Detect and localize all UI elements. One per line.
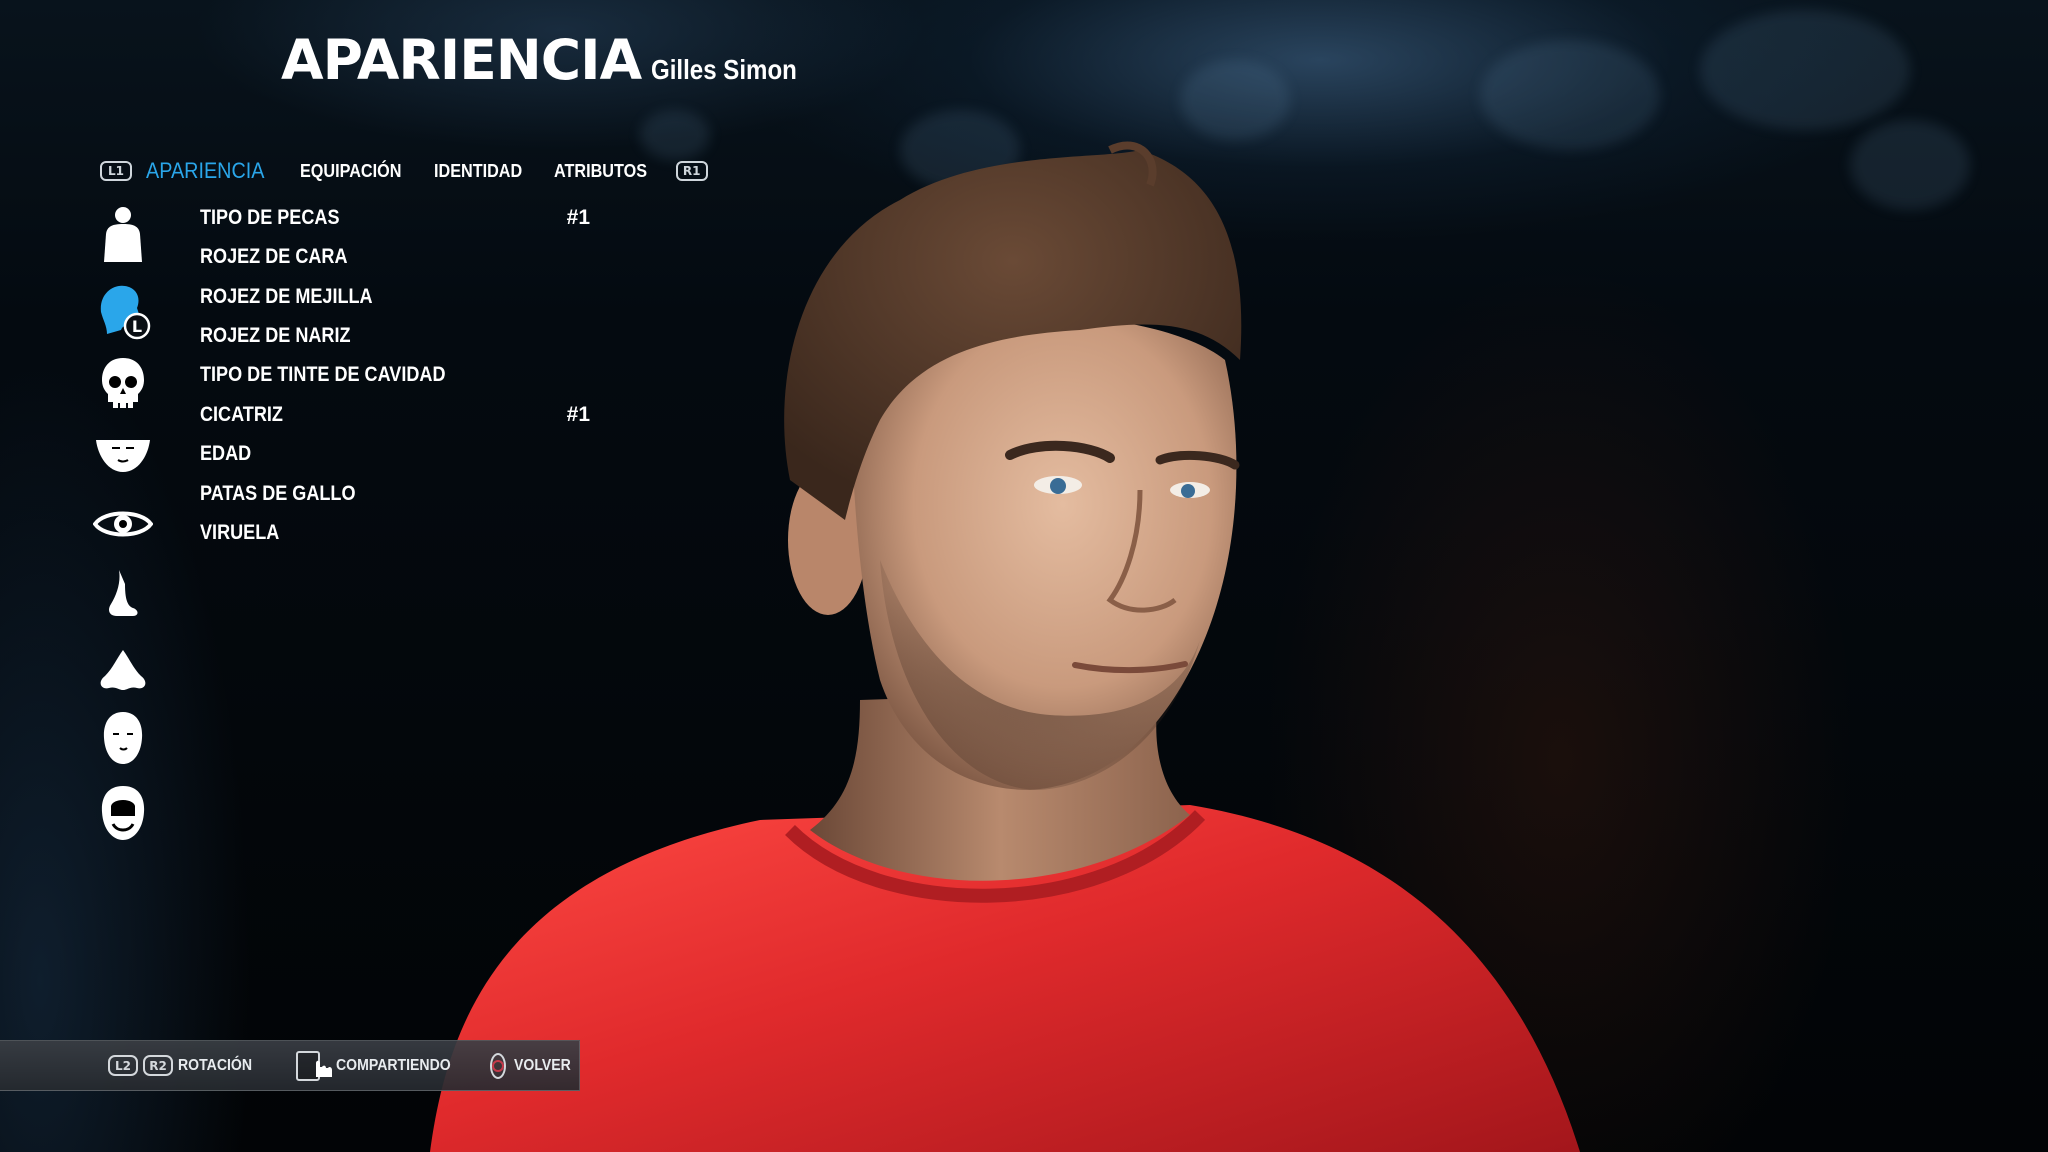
menu-item-viruela[interactable]: VIRUELA (200, 515, 600, 551)
header: APARIENCIA Gilles Simon (281, 28, 821, 92)
skull-icon[interactable] (90, 356, 156, 412)
head-profile-icon[interactable]: L (90, 282, 156, 340)
player-name: Gilles Simon (651, 54, 798, 85)
menu-item-label: ROJEZ DE CARA (200, 245, 348, 268)
l1-button-icon[interactable]: L1 (100, 161, 132, 181)
hair-beard-icon[interactable] (90, 784, 156, 842)
nose-icon[interactable] (90, 568, 156, 620)
menu-item-rojez-de-mejilla[interactable]: ROJEZ DE MEJILLA (200, 279, 600, 315)
r1-button-icon[interactable]: R1 (675, 161, 708, 181)
menu-item-label: ROJEZ DE MEJILLA (200, 285, 373, 308)
svg-text:L: L (132, 317, 142, 336)
touchpad-icon[interactable] (296, 1050, 333, 1081)
rotate-hint-label: ROTACIÓN (178, 1056, 253, 1074)
l2-button-icon[interactable]: L2 (108, 1055, 138, 1076)
menu-item-label: EDAD (200, 442, 252, 465)
face-lower-icon[interactable] (90, 436, 156, 476)
circle-button-icon[interactable] (490, 1052, 507, 1079)
eye-icon[interactable] (90, 506, 156, 542)
tab-bar: L1 APARIENCIA EQUIPACIÓN IDENTIDAD ATRIB… (100, 158, 708, 184)
menu-item-label: PATAS DE GALLO (200, 482, 356, 505)
tab-atributos[interactable]: ATRIBUTOS (554, 161, 647, 182)
menu-item-rojez-de-cara[interactable]: ROJEZ DE CARA (200, 239, 600, 275)
menu-item-patas-de-gallo[interactable]: PATAS DE GALLO (200, 476, 600, 512)
tab-identidad[interactable]: IDENTIDAD (434, 161, 522, 182)
menu-item-label: TIPO DE TINTE DE CAVIDAD (200, 363, 446, 386)
menu-item-label: CICATRIZ (200, 403, 283, 426)
menu-item-tipo-de-pecas[interactable]: TIPO DE PECAS #1 (200, 200, 600, 236)
menu-item-label: ROJEZ DE NARIZ (200, 324, 351, 347)
menu-item-value: #1 (566, 403, 590, 426)
menu-item-edad[interactable]: EDAD (200, 436, 600, 472)
tab-equipacion[interactable]: EQUIPACIÓN (300, 161, 401, 182)
page-title: APARIENCIA (281, 28, 642, 92)
share-hint-label: COMPARTIENDO (336, 1056, 451, 1074)
bald-head-icon[interactable] (90, 710, 156, 766)
controls-hint-bar: L2 R2 ROTACIÓN COMPARTIENDO VOLVER (0, 1040, 580, 1091)
menu-item-value: #1 (566, 206, 590, 229)
menu-item-tipo-de-tinte-de-cavidad[interactable]: TIPO DE TINTE DE CAVIDAD (200, 357, 600, 393)
menu-item-cicatriz[interactable]: CICATRIZ #1 (200, 397, 600, 433)
menu-item-rojez-de-nariz[interactable]: ROJEZ DE NARIZ (200, 318, 600, 354)
r2-button-icon[interactable]: R2 (143, 1055, 173, 1076)
tab-apariencia[interactable]: APARIENCIA (146, 158, 264, 184)
back-hint-label: VOLVER (514, 1056, 572, 1074)
body-icon[interactable] (90, 206, 156, 264)
menu-item-label: TIPO DE PECAS (200, 206, 340, 229)
menu-item-label: VIRUELA (200, 521, 280, 544)
nose-front-icon[interactable] (90, 648, 156, 692)
